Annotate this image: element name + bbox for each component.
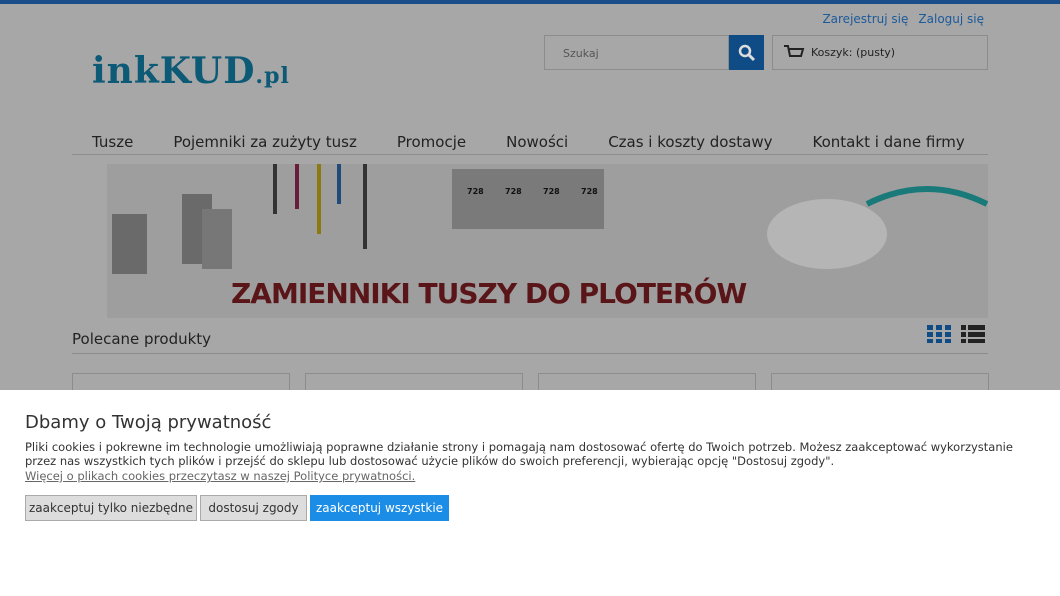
top-bar bbox=[0, 0, 1060, 4]
banner-title: ZAMIENNIKI TUSZY DO PLOTERÓW bbox=[231, 277, 747, 310]
cookie-title: Dbamy o Twoją prywatność bbox=[25, 412, 272, 433]
logo-tld: .pl bbox=[255, 63, 290, 89]
cart-button[interactable]: Koszyk: (pusty) bbox=[772, 35, 988, 70]
grid-view-icon[interactable] bbox=[927, 325, 951, 343]
nav-item-nowosci[interactable]: Nowości bbox=[506, 133, 568, 151]
logo-main: inkKUD bbox=[92, 50, 256, 92]
nav-item-tusze[interactable]: Tusze bbox=[92, 133, 133, 151]
cartridge-label-1: 728 bbox=[467, 187, 484, 196]
customize-consent-button[interactable]: dostosuj zgody bbox=[200, 495, 307, 521]
ink-drops bbox=[273, 164, 367, 249]
nav-item-dostawa[interactable]: Czas i koszty dostawy bbox=[608, 133, 772, 151]
nav-item-pojemniki[interactable]: Pojemniki za zużyty tusz bbox=[173, 133, 357, 151]
accept-all-button[interactable]: zaakceptuj wszystkie bbox=[310, 495, 449, 521]
cookie-consent-panel: Dbamy o Twoją prywatność Pliki cookies i … bbox=[0, 390, 1060, 596]
page: Zarejestruj się Zaloguj się inkKUD.pl Szu… bbox=[0, 0, 1060, 596]
logo[interactable]: inkKUD.pl bbox=[92, 50, 290, 92]
accept-necessary-button[interactable]: zaakceptuj tylko niezbędne bbox=[25, 495, 197, 521]
main-nav: Tusze Pojemniki za zużyty tusz Promocje Now… bbox=[72, 127, 988, 155]
cartridge-label-2: 728 bbox=[505, 187, 522, 196]
register-link[interactable]: Zarejestruj się bbox=[822, 12, 908, 26]
cartridge-label-3: 728 bbox=[543, 187, 560, 196]
cartridge-label-4: 728 bbox=[581, 187, 598, 196]
account-links: Zarejestruj się Zaloguj się bbox=[812, 12, 984, 26]
promo-banner[interactable]: 728 728 728 728 ZAMIENNIKI TUSZY DO PLOTERÓW bbox=[107, 164, 988, 318]
search-icon bbox=[738, 44, 755, 61]
cart-icon bbox=[784, 44, 805, 57]
nav-item-kontakt[interactable]: Kontakt i dane firmy bbox=[813, 133, 965, 151]
plotter-rolls-illustration bbox=[767, 186, 988, 269]
list-view-icon[interactable] bbox=[961, 325, 985, 343]
cart-label: Koszyk: (pusty) bbox=[811, 46, 896, 59]
search-input[interactable]: Szukaj bbox=[544, 35, 729, 70]
ink-cartridges-illustration bbox=[112, 194, 232, 274]
cartridges-728: 728 728 728 728 bbox=[452, 169, 604, 229]
login-link[interactable]: Zaloguj się bbox=[918, 12, 984, 26]
section-title: Polecane produkty bbox=[72, 330, 988, 354]
privacy-policy-link[interactable]: Więcej o plikach cookies przeczytasz w n… bbox=[25, 469, 415, 483]
cookie-text: Pliki cookies i pokrewne im technologie … bbox=[25, 440, 1013, 468]
nav-item-promocje[interactable]: Promocje bbox=[397, 133, 466, 151]
search-button[interactable] bbox=[729, 35, 764, 70]
